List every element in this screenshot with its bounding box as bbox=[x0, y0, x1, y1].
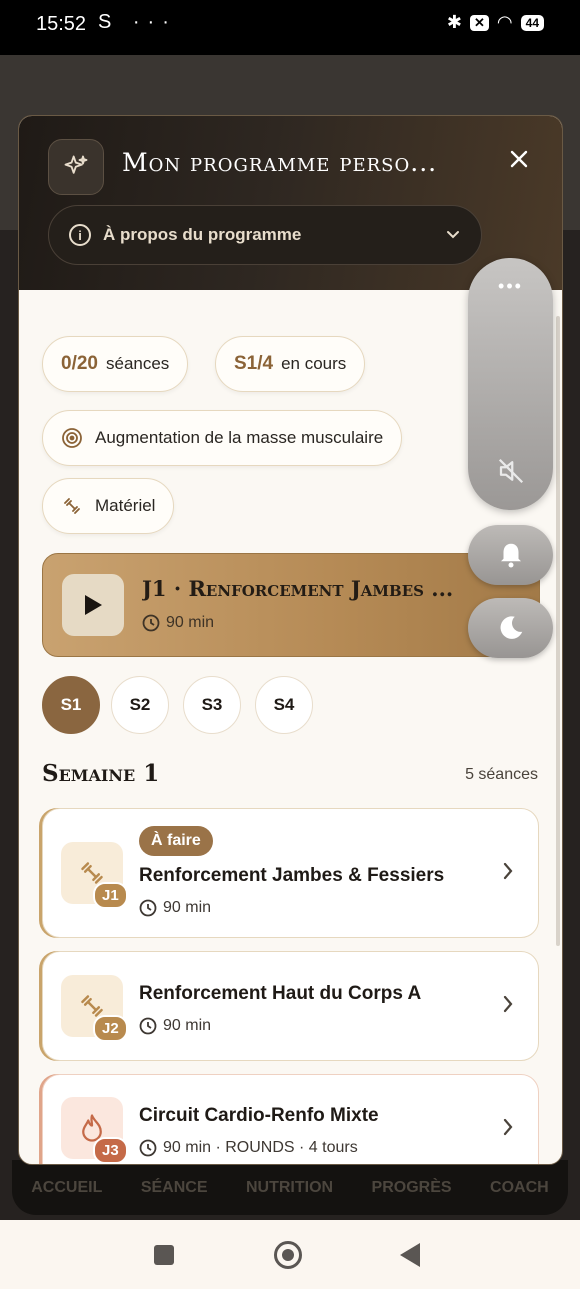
status-bar: 15:52 S ··· ✱ ✕ ◠ 44 bbox=[0, 0, 580, 55]
back-icon[interactable] bbox=[400, 1243, 420, 1267]
sparkle-icon bbox=[48, 139, 104, 195]
system-navigation-bar bbox=[0, 1220, 580, 1289]
play-button[interactable] bbox=[62, 574, 124, 636]
week-session-count: 5 séances bbox=[465, 766, 538, 783]
clock-icon bbox=[139, 1139, 157, 1157]
day-title: Renforcement Haut du Corps A bbox=[139, 983, 422, 1004]
clock-icon bbox=[139, 899, 157, 917]
current-session-duration: 90 min bbox=[142, 614, 214, 632]
day-meta: 90 min bbox=[139, 899, 211, 917]
status-time: 15:52 bbox=[36, 13, 87, 35]
goal-chip: Augmentation de la masse musculaire bbox=[42, 410, 403, 466]
duration-text: 90 min bbox=[166, 614, 215, 631]
close-icon[interactable] bbox=[507, 144, 531, 174]
recents-icon[interactable] bbox=[154, 1245, 174, 1265]
week-tab-s1[interactable]: S1 bbox=[42, 676, 100, 734]
nav-seance: SÉANCE bbox=[140, 1178, 208, 1196]
modal-header: Mon programme perso... i À propos du pro… bbox=[19, 116, 562, 290]
week-tab-s2[interactable]: S2 bbox=[111, 676, 169, 734]
day-title: Circuit Cardio-Renfo Mixte bbox=[139, 1105, 379, 1126]
day-badge: J2 bbox=[93, 1015, 128, 1042]
wifi-icon: ◠ bbox=[496, 12, 513, 32]
day-card-j2[interactable]: J2 Renforcement Haut du Corps A 90 min bbox=[42, 951, 539, 1061]
info-icon: i bbox=[69, 224, 91, 246]
day-card-j1[interactable]: J1 À faire Renforcement Jambes & Fessier… bbox=[42, 808, 539, 938]
goal-label: Augmentation de la masse musculaire bbox=[95, 428, 384, 447]
about-label: À propos du programme bbox=[103, 225, 302, 244]
moon-icon[interactable] bbox=[468, 598, 553, 658]
clock-icon bbox=[142, 614, 160, 632]
current-session-card[interactable]: J1 · Renforcement Jambes ... 90 min bbox=[42, 553, 540, 657]
background-bottom-nav: ACCUEIL SÉANCE NUTRITION PROGRÈS COACH bbox=[12, 1160, 568, 1215]
equipment-chip[interactable]: Matériel bbox=[42, 478, 175, 534]
chevron-right-icon bbox=[502, 861, 514, 887]
more-icon[interactable]: ••• bbox=[468, 276, 553, 297]
sessions-progress-chip: 0/20 séances bbox=[42, 336, 189, 392]
nav-progres: PROGRÈS bbox=[371, 1178, 452, 1196]
day-meta: 90 min · ROUNDS · 4 tours bbox=[139, 1139, 358, 1157]
current-session-title: J1 · Renforcement Jambes ... bbox=[142, 576, 454, 601]
nav-coach: COACH bbox=[490, 1178, 549, 1196]
status-badge: À faire bbox=[139, 826, 213, 856]
week-progress-chip: S1/4 en cours bbox=[215, 336, 366, 392]
bluetooth-icon: ✱ bbox=[446, 12, 463, 32]
week-tab-s3[interactable]: S3 bbox=[183, 676, 241, 734]
week-title: Semaine 1 bbox=[42, 760, 160, 787]
day-badge: J1 bbox=[93, 882, 128, 909]
play-icon bbox=[85, 595, 102, 615]
no-sim-icon: ✕ bbox=[470, 14, 489, 31]
chevron-right-icon bbox=[502, 994, 514, 1020]
chevron-down-icon bbox=[445, 222, 461, 253]
sessions-label: séances bbox=[105, 354, 170, 373]
dumbbell-icon bbox=[61, 495, 83, 517]
notification-icons: S ··· bbox=[98, 11, 177, 33]
day-title: Renforcement Jambes & Fessiers bbox=[139, 865, 445, 886]
nav-nutrition: NUTRITION bbox=[245, 1178, 334, 1196]
battery-icon: 44 bbox=[520, 14, 544, 31]
day-badge: J3 bbox=[93, 1137, 128, 1164]
target-icon bbox=[61, 427, 83, 449]
scrollbar[interactable] bbox=[556, 316, 560, 946]
volume-panel[interactable]: ••• bbox=[468, 258, 553, 510]
sessions-value: 0/20 bbox=[61, 353, 98, 374]
day-card-j3[interactable]: J3 Circuit Cardio-Renfo Mixte 90 min · R… bbox=[42, 1074, 539, 1164]
week-label: en cours bbox=[281, 354, 347, 373]
week-value: S1/4 bbox=[234, 353, 274, 374]
day-duration: 90 min bbox=[163, 1017, 212, 1034]
chevron-right-icon bbox=[502, 1117, 514, 1143]
equipment-label: Matériel bbox=[95, 496, 156, 515]
home-icon[interactable] bbox=[274, 1241, 302, 1269]
day-duration: 90 min · ROUNDS · 4 tours bbox=[163, 1139, 358, 1156]
mute-icon[interactable] bbox=[496, 456, 526, 491]
nav-accueil: ACCUEIL bbox=[31, 1178, 103, 1196]
about-program-dropdown[interactable]: i À propos du programme bbox=[48, 205, 482, 265]
clock-icon bbox=[139, 1017, 157, 1035]
modal-title: Mon programme perso... bbox=[122, 148, 438, 177]
day-meta: 90 min bbox=[139, 1017, 211, 1035]
status-right-icons: ✱ ✕ ◠ 44 bbox=[447, 12, 544, 33]
day-duration: 90 min bbox=[163, 899, 212, 916]
week-tab-s4[interactable]: S4 bbox=[255, 676, 313, 734]
bell-icon[interactable] bbox=[468, 525, 553, 585]
